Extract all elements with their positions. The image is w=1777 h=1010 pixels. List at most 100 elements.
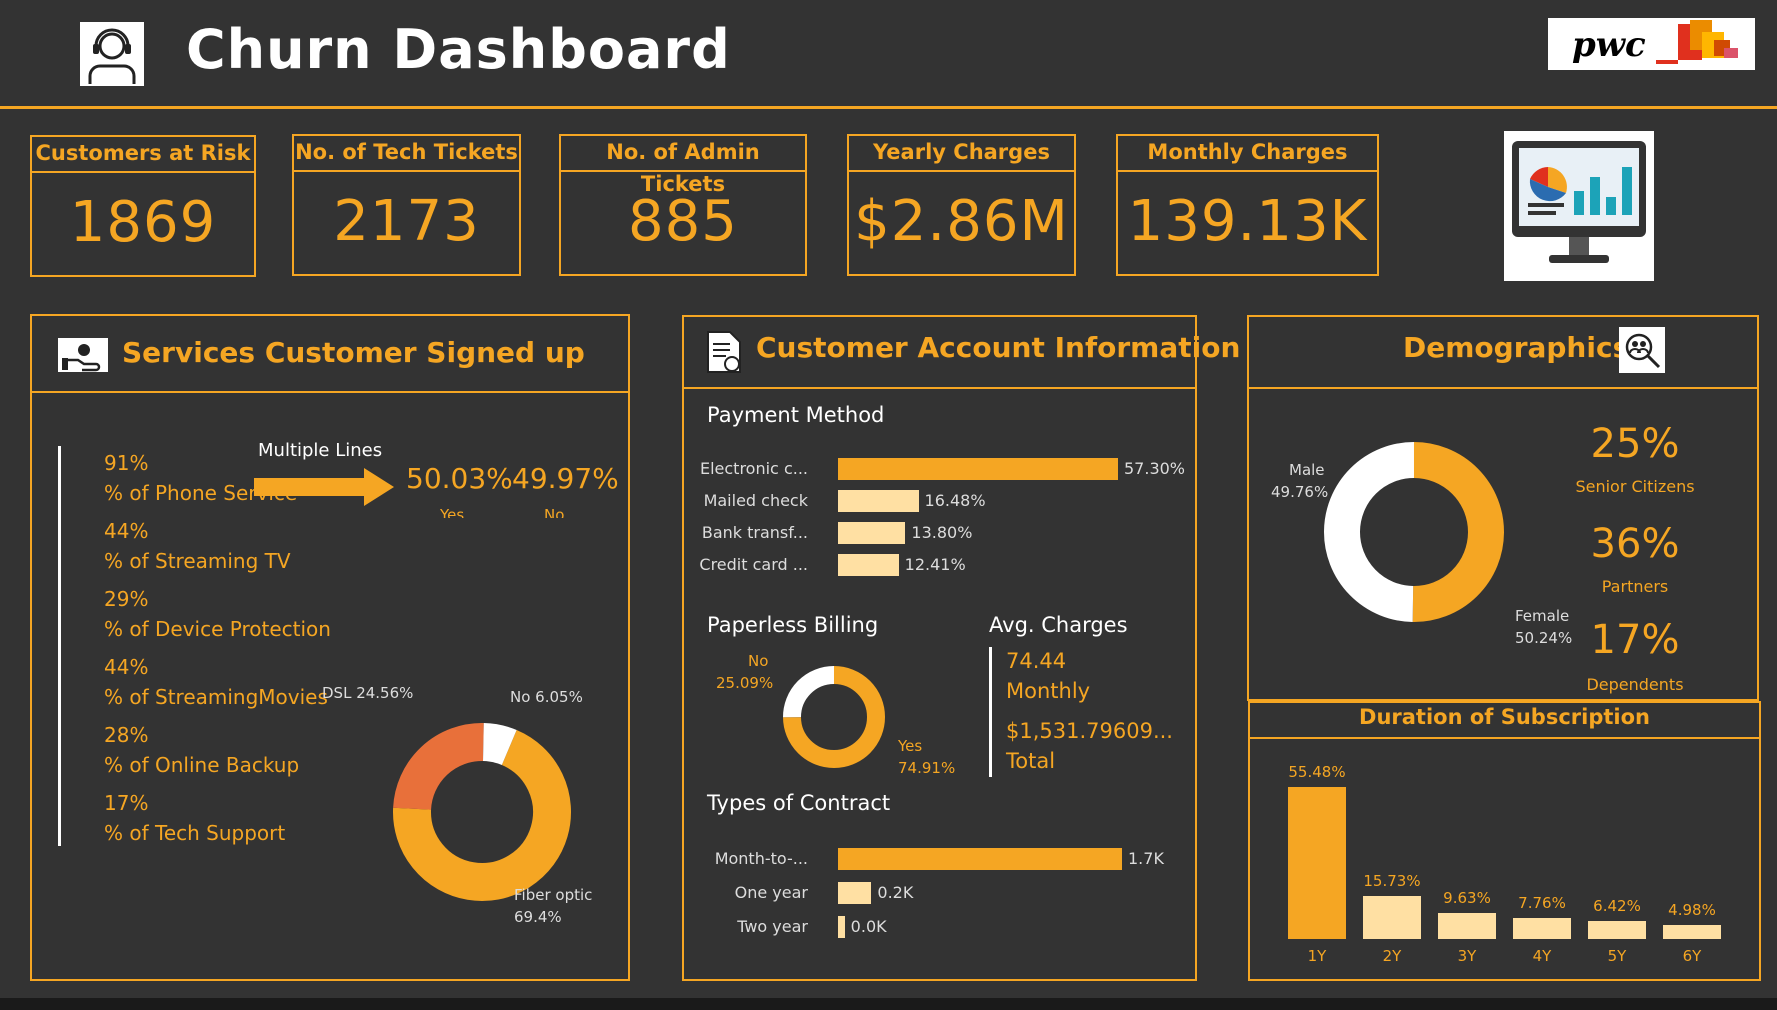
partners-label: Partners (1601, 577, 1669, 596)
account-panel: Customer Account Information Payment Met… (682, 315, 1240, 981)
bottom-bar (0, 998, 1777, 1010)
avg-total-label: Total (1006, 749, 1056, 773)
payment-method-label: Mailed check (703, 491, 808, 510)
duration-category: 5Y (1607, 947, 1627, 965)
kpi-label: No. of Tech Tickets (294, 136, 519, 172)
service-label-tech-support: % of Tech Support (104, 821, 286, 845)
paperless-no-label: No (748, 652, 769, 670)
service-label-online-backup: % of Online Backup (104, 753, 300, 777)
payment-method-value: 12.41% (904, 555, 966, 574)
multiple-lines-no-label: No (544, 506, 565, 518)
duration-bar[interactable] (1663, 925, 1721, 939)
duration-bar[interactable] (1363, 895, 1421, 939)
multiple-lines-yes-label: Yes (440, 506, 465, 518)
service-pct-streaming-tv: 44% (104, 519, 149, 543)
pwc-logo: pwc (1548, 18, 1755, 70)
dashboard-monitor-icon (1504, 131, 1654, 281)
header-divider (0, 106, 1777, 109)
customer-support-icon (80, 22, 144, 86)
duration-category: 4Y (1532, 947, 1552, 965)
gender-male-label: Male (1289, 461, 1325, 479)
document-icon (706, 330, 742, 374)
duration-panel: Duration of Subscription 55.48% 1Y 15.73% 2… (1248, 701, 1761, 981)
donut-slice-dsl (393, 723, 484, 811)
avg-monthly-value: 74.44 (1006, 649, 1067, 673)
kpi-value: 1869 (69, 190, 217, 255)
kpi-tech-tickets[interactable]: No. of Tech Tickets 2173 (292, 134, 521, 276)
partners-value: 36% (1590, 521, 1680, 567)
donut-label-no: No 6.05% (510, 688, 583, 706)
gender-donut (1324, 442, 1504, 622)
duration-category: 3Y (1457, 947, 1477, 965)
contract-type-value: 0.0K (850, 917, 887, 936)
duration-bar[interactable] (1438, 912, 1496, 939)
kpi-value: 2173 (333, 189, 480, 254)
senior-citizens-label: Senior Citizens (1575, 477, 1695, 496)
kpi-label: Customers at Risk (32, 137, 254, 173)
service-pct-device-protection: 29% (104, 587, 149, 611)
multiple-lines-label: Multiple Lines (258, 440, 383, 461)
payment-method-bar[interactable] (838, 490, 919, 512)
payment-method-bar[interactable] (838, 554, 899, 576)
payment-method-bar[interactable] (838, 458, 1118, 480)
kpi-monthly-charges[interactable]: Monthly Charges 139.13K (1116, 134, 1379, 276)
donut-label-fiber-pct: 69.4% (514, 908, 562, 926)
kpi-yearly-charges[interactable]: Yearly Charges $2.86M (847, 134, 1076, 276)
payment-method-label: Bank transf... (701, 523, 808, 542)
payment-method-value: 13.80% (911, 523, 973, 542)
kpi-value: 885 (628, 189, 738, 254)
service-pct-tech-support: 17% (104, 791, 149, 815)
contract-type-label: Month-to-... (714, 849, 808, 868)
duration-bar[interactable] (1513, 917, 1571, 939)
duration-value: 4.98% (1668, 901, 1716, 920)
duration-bar[interactable] (1588, 921, 1646, 939)
payment-method-value: 16.48% (924, 491, 986, 510)
service-label-streaming-movies: % of StreamingMovies (104, 685, 328, 709)
arrow-right-icon (254, 466, 396, 508)
service-pct-phone: 91% (104, 451, 149, 475)
paperless-no-pct: 25.09% (716, 674, 774, 692)
paperless-title: Paperless Billing (707, 613, 879, 637)
kpi-admin-tickets[interactable]: No. of Admin Tickets 885 (559, 134, 807, 276)
services-list-divider (58, 446, 61, 846)
gender-slice-female (1412, 442, 1504, 622)
duration-category: 6Y (1682, 947, 1702, 965)
contract-type-bar[interactable] (838, 848, 1122, 870)
contract-type-value: 0.2K (877, 883, 914, 902)
duration-value: 15.73% (1363, 871, 1421, 890)
page-title: Churn Dashboard (186, 18, 731, 81)
service-label-device-protection: % of Device Protection (104, 617, 331, 641)
paperless-donut (783, 666, 885, 768)
paperless-slice-no (783, 666, 835, 718)
service-pct-online-backup: 28% (104, 723, 149, 747)
payment-method-label: Electronic c... (699, 459, 808, 478)
service-pct-streaming-movies: 44% (104, 655, 149, 679)
donut-label-dsl: DSL 24.56% (322, 684, 414, 702)
contract-type-bar[interactable] (838, 882, 872, 904)
contract-type-label: Two year (737, 917, 808, 936)
kpi-label: Yearly Charges (849, 136, 1074, 172)
kpi-label: No. of Admin Tickets (561, 136, 805, 196)
donut-label-fiber: Fiber optic (514, 886, 593, 904)
service-label-streaming-tv: % of Streaming TV (104, 549, 291, 573)
kpi-customers-at-risk[interactable]: Customers at Risk 1869 (30, 135, 256, 277)
payment-method-label: Credit card ... (699, 555, 808, 574)
duration-bar[interactable] (1288, 787, 1346, 939)
account-title: Customer Account Information (756, 331, 1241, 364)
contract-type-bar[interactable] (838, 916, 845, 938)
donut-slice-no (482, 723, 517, 766)
multiple-lines-no-value: 49.97% (512, 462, 619, 495)
payment-method-bar[interactable] (838, 522, 906, 544)
duration-value: 6.42% (1593, 897, 1641, 916)
dependents-value: 17% (1590, 617, 1680, 663)
senior-citizens-value: 25% (1590, 421, 1680, 467)
services-title: Services Customer Signed up (122, 336, 585, 369)
avg-charges-title: Avg. Charges (989, 613, 1128, 637)
avg-monthly-label: Monthly (1006, 679, 1091, 703)
gender-slice-male (1324, 442, 1415, 622)
dependents-label: Dependents (1586, 675, 1684, 694)
contract-title: Types of Contract (707, 791, 891, 815)
duration-value: 55.48% (1288, 763, 1346, 781)
multiple-lines-yes-value: 50.03% (406, 462, 513, 495)
kpi-value: 139.13K (1127, 189, 1368, 254)
